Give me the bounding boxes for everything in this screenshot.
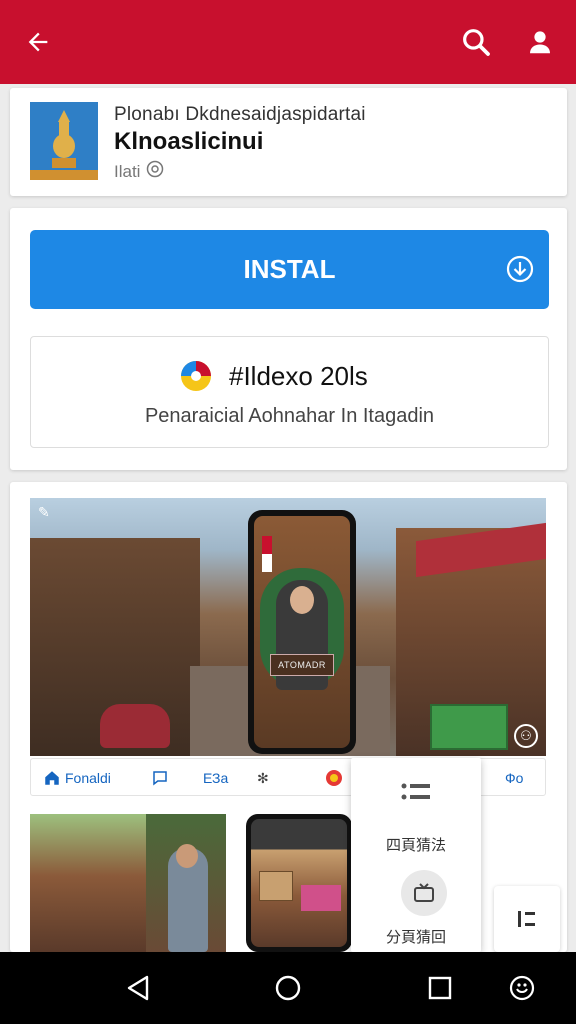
home-icon bbox=[45, 771, 59, 785]
thumbnail-market[interactable] bbox=[30, 814, 146, 952]
promo-logo-icon bbox=[179, 359, 213, 393]
nav-home-icon[interactable] bbox=[272, 972, 304, 1004]
phone-mockup: ATOMADR bbox=[248, 510, 356, 754]
tv-icon[interactable] bbox=[401, 870, 447, 916]
app-info-card: Plonabı Dkdnesaidjaspidartai Klnoaslicin… bbox=[10, 88, 567, 196]
promo-subtitle: Penaraicial Aohnahar In Itagadin bbox=[144, 405, 435, 427]
tab-third-label: ЕЗа bbox=[203, 770, 229, 786]
tab-chat[interactable] bbox=[151, 768, 169, 788]
screenshot-gallery-card: ATOMADR ✎ ⚇ Fonaldi ЕЗа ✻ ЕЗ Фо bbox=[10, 482, 567, 952]
hero-screenshot[interactable]: ATOMADR ✎ ⚇ bbox=[30, 498, 546, 756]
chat-icon bbox=[153, 771, 167, 786]
pink-box bbox=[301, 885, 341, 911]
motorbike bbox=[100, 704, 170, 748]
app-logo-icon bbox=[30, 102, 98, 180]
app-meta-text: Ilati bbox=[114, 161, 141, 181]
tab-seventh-label: Фо bbox=[505, 770, 524, 786]
list-icon bbox=[518, 911, 535, 927]
search-icon[interactable] bbox=[456, 22, 496, 62]
floating-list-button[interactable] bbox=[494, 886, 560, 952]
popup-item-2-label[interactable]: 分頁猜回 bbox=[351, 926, 481, 947]
app-name: Klnoaslicinui bbox=[114, 128, 264, 155]
popup-item-1-label[interactable]: 四頁猜法 bbox=[351, 834, 481, 855]
app-subtitle: Plonabı Dkdnesaidjaspidartai bbox=[114, 104, 366, 125]
circle-icon bbox=[326, 770, 342, 786]
flag-icon bbox=[262, 536, 272, 572]
thumbnail-phone[interactable] bbox=[246, 814, 352, 952]
tab-home-label: Fonaldi bbox=[65, 770, 111, 786]
nav-assistant-icon[interactable] bbox=[506, 972, 538, 1004]
install-label: INSTAL bbox=[243, 254, 336, 284]
tab-asterisk[interactable]: ✻ bbox=[257, 768, 269, 788]
app-meta: Ilati bbox=[114, 160, 164, 183]
top-app-bar bbox=[0, 0, 576, 84]
wooden-box bbox=[259, 871, 293, 901]
vegetable-crates bbox=[430, 704, 508, 750]
nav-back-icon[interactable] bbox=[122, 972, 154, 1004]
phone-screen: ATOMADR bbox=[254, 516, 350, 748]
vendor-face bbox=[176, 844, 198, 868]
tab-seventh[interactable]: Фо bbox=[505, 768, 523, 788]
install-card: INSTAL #Ildexo 20ls Penaraicial Aohnahar… bbox=[10, 208, 567, 470]
promo-box[interactable]: #Ildexo 20ls Penaraicial Aohnahar In Ita… bbox=[30, 336, 549, 448]
chat-bubble-icon[interactable]: ⚇ bbox=[514, 724, 538, 748]
system-nav-bar bbox=[0, 952, 576, 1024]
thumbnail-vendor[interactable] bbox=[146, 814, 226, 952]
pin-icon: ✎ bbox=[38, 504, 50, 520]
info-icon[interactable] bbox=[146, 160, 164, 183]
user-icon[interactable] bbox=[520, 22, 560, 62]
back-arrow-icon[interactable] bbox=[18, 22, 58, 62]
tab-third[interactable]: ЕЗа bbox=[203, 768, 228, 788]
nav-recents-icon[interactable] bbox=[424, 972, 456, 1004]
promo-title: #Ildexo 20ls bbox=[229, 361, 368, 391]
phone-plate-text: ATOMADR bbox=[270, 654, 334, 676]
woman-face bbox=[290, 586, 314, 614]
thumbnail-phone-screen bbox=[251, 819, 347, 947]
tab-home[interactable]: Fonaldi bbox=[43, 768, 111, 788]
list-icon[interactable] bbox=[399, 780, 433, 804]
install-button[interactable]: INSTAL bbox=[30, 230, 549, 309]
asterisk-icon: ✻ bbox=[257, 769, 269, 786]
tab-circle[interactable] bbox=[325, 768, 343, 788]
context-popup-menu: 四頁猜法 分頁猜回 bbox=[351, 758, 481, 952]
download-circle-icon bbox=[505, 254, 535, 284]
